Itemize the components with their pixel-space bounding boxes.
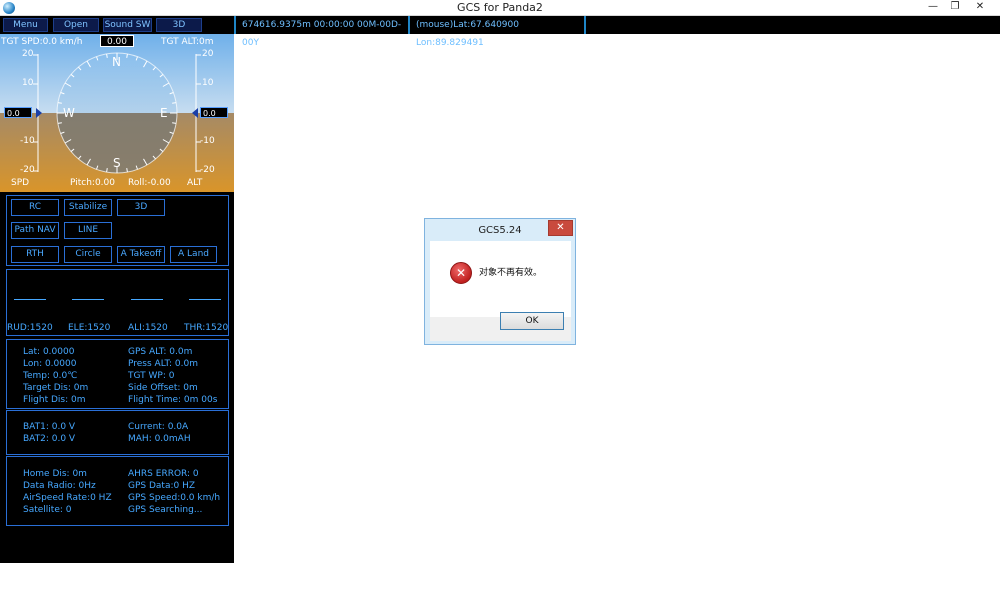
satellite-readout: Satellite: 0 xyxy=(23,505,72,515)
compass-tick xyxy=(126,53,128,58)
toolbar: Menu Open Sound SW 3D xyxy=(0,16,234,34)
speed-scale-10: 10 xyxy=(22,78,34,88)
sound-switch-button[interactable]: Sound SW xyxy=(103,18,152,32)
title-bar: GCS for Panda2 — ❐ ✕ xyxy=(0,0,1000,16)
compass-west: W xyxy=(63,106,75,120)
target-dis-readout: Target Dis: 0m xyxy=(23,383,89,393)
minimize-button[interactable]: — xyxy=(922,0,944,15)
bat1-readout: BAT1: 0.0 V xyxy=(23,422,76,432)
mode-stabilize-button[interactable]: Stabilize xyxy=(64,199,112,216)
gps-searching-readout: GPS Searching... xyxy=(128,505,203,515)
compass-tick xyxy=(126,168,128,173)
flight-dis-readout: Flight Dis: 0m xyxy=(23,395,86,405)
attitude-indicator: TGT SPD:0.0 km/h TGT ALT:0m 0.00 20 10 -… xyxy=(0,34,234,192)
ali-bar xyxy=(131,299,163,300)
mode-land-button[interactable]: A Land xyxy=(170,246,217,263)
thr-value: THR:1520 xyxy=(184,323,229,333)
mode-3d-button[interactable]: 3D xyxy=(117,199,165,216)
data-radio-readout: Data Radio: 0Hz xyxy=(23,481,96,491)
ali-value: ALI:1520 xyxy=(128,323,168,333)
rud-value: RUD:1520 xyxy=(7,323,53,333)
target-altitude-label: TGT ALT:0m xyxy=(161,37,214,47)
compass-tick xyxy=(106,168,108,173)
compass-north: N xyxy=(112,55,121,69)
gps-alt-readout: GPS ALT: 0.0m xyxy=(128,347,193,357)
battery-panel xyxy=(6,410,229,455)
altitude-label: ALT xyxy=(187,178,203,188)
pitch-readout: Pitch:0.00 xyxy=(70,178,115,188)
flight-time-readout: Flight Time: 0m 00s xyxy=(128,395,218,405)
compass-tick xyxy=(57,122,62,124)
distance-time-readout: 674616.9375m 00:00:00 00M-00D-00Y xyxy=(234,16,410,48)
compass-south: S xyxy=(113,156,121,170)
open-button[interactable]: Open xyxy=(53,18,99,32)
temp-readout: Temp: 0.0℃ xyxy=(23,371,78,381)
dialog-close-button[interactable]: ✕ xyxy=(548,220,573,236)
ele-bar xyxy=(72,299,104,300)
mode-takeoff-button[interactable]: A Takeoff xyxy=(117,246,165,263)
dialog-message: 对象不再有效。 xyxy=(479,268,543,278)
view-3d-button[interactable]: 3D xyxy=(156,18,202,32)
roll-readout: Roll:-0.00 xyxy=(128,178,171,188)
menu-button[interactable]: Menu xyxy=(3,18,48,32)
compass-tick xyxy=(172,122,177,124)
gps-data-readout: GPS Data:0 HZ xyxy=(128,481,196,491)
compass-east: E xyxy=(160,106,168,120)
speed-label: SPD xyxy=(11,178,30,188)
close-window-button[interactable]: ✕ xyxy=(966,0,994,15)
rud-bar xyxy=(14,299,46,300)
mah-readout: MAH: 0.0mAH xyxy=(128,434,191,444)
mode-path-nav-button[interactable]: Path NAV xyxy=(11,222,59,239)
alt-scale-10: 10 xyxy=(202,78,214,88)
status-panel xyxy=(6,456,229,526)
compass-tick xyxy=(172,102,177,104)
press-alt-readout: Press ALT: 0.0m xyxy=(128,359,198,369)
home-dis-readout: Home Dis: 0m xyxy=(23,469,87,479)
current-readout: Current: 0.0A xyxy=(128,422,189,432)
thr-bar xyxy=(189,299,221,300)
ahrs-error-readout: AHRS ERROR: 0 xyxy=(128,469,199,479)
mode-rc-button[interactable]: RC xyxy=(11,199,59,216)
lon-readout: Lon: 0.0000 xyxy=(23,359,77,369)
error-icon: ✕ xyxy=(450,262,472,284)
alt-scale-minus10: -10 xyxy=(200,136,215,146)
window-title: GCS for Panda2 xyxy=(457,1,543,14)
speed-scale-minus10: -10 xyxy=(20,136,35,146)
ele-value: ELE:1520 xyxy=(68,323,111,333)
mode-circle-button[interactable]: Circle xyxy=(64,246,112,263)
compass-tick xyxy=(57,102,62,104)
heading-readout: 0.00 xyxy=(100,35,134,47)
alt-scale-20: 20 xyxy=(202,49,214,59)
target-speed-label: TGT SPD:0.0 km/h xyxy=(1,37,83,47)
mode-line-button[interactable]: LINE xyxy=(64,222,112,239)
restore-button[interactable]: ❐ xyxy=(944,0,966,15)
dialog-body: ✕ xyxy=(430,241,571,317)
top-status-bar: 674616.9375m 00:00:00 00M-00D-00Y (mouse… xyxy=(234,16,1000,48)
speed-scale-20: 20 xyxy=(22,49,34,59)
bat2-readout: BAT2: 0.0 V xyxy=(23,434,76,444)
ok-button[interactable]: OK xyxy=(500,312,564,330)
speed-scale-minus20: -20 xyxy=(20,165,35,175)
altitude-value: 0.0 xyxy=(200,107,228,118)
mode-rth-button[interactable]: RTH xyxy=(11,246,59,263)
alt-scale-minus20: -20 xyxy=(200,165,215,175)
tgt-wp-readout: TGT WP: 0 xyxy=(128,371,175,381)
side-offset-readout: Side Offset: 0m xyxy=(128,383,198,393)
mouse-position-readout: (mouse)Lat:67.640900 Lon:89.829491 xyxy=(410,16,586,48)
lat-readout: Lat: 0.0000 xyxy=(23,347,75,357)
gps-speed-readout: GPS Speed:0.0 km/h xyxy=(128,493,221,503)
airspeed-rate-readout: AirSpeed Rate:0 HZ xyxy=(23,493,112,503)
compass-tick xyxy=(106,53,108,58)
speed-value: 0.0 xyxy=(4,107,32,118)
